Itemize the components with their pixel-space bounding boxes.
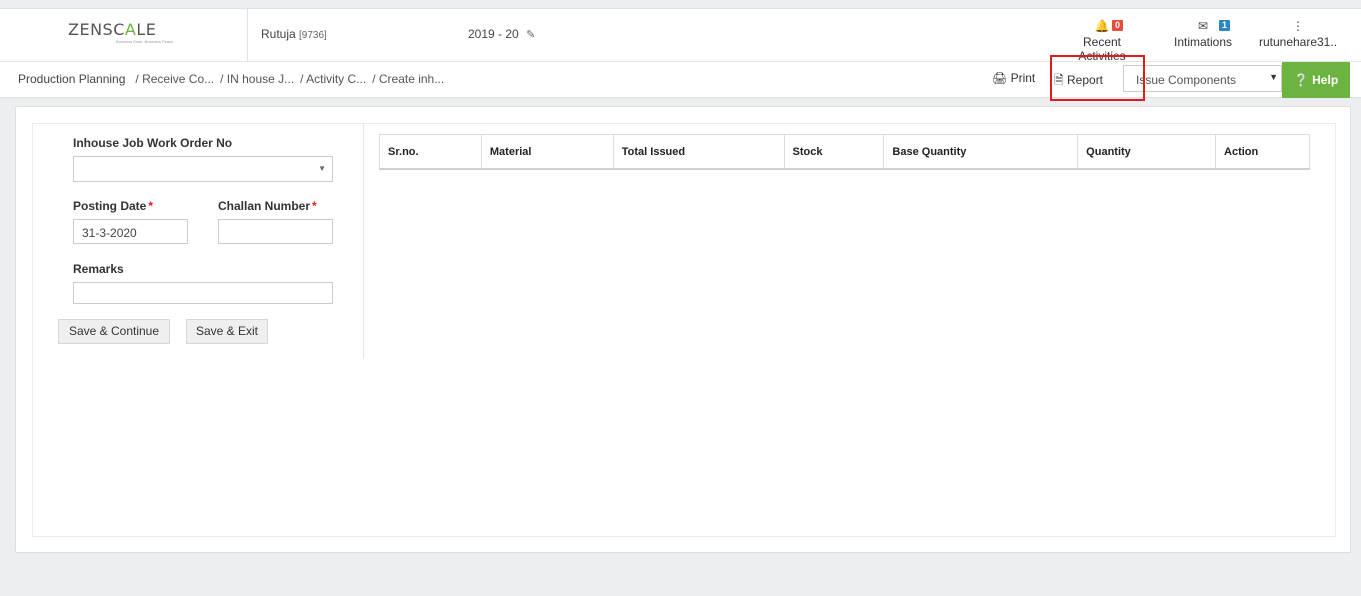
challan-number-label: Challan Number * — [218, 199, 317, 213]
print-label: Print — [1010, 71, 1036, 85]
order-no-dropdown[interactable]: ▼ — [73, 156, 333, 182]
breadcrumb-item-inhouse[interactable]: / IN house J... — [220, 72, 294, 86]
recent-activities-button[interactable]: 🔔 0 Recent Activities — [1058, 17, 1146, 63]
top-header: ZENSCALE Business Ease. Business Peace. … — [0, 8, 1361, 63]
breadcrumb-item-activity[interactable]: / Activity C... — [300, 72, 366, 86]
edit-icon[interactable]: ✎ — [526, 29, 535, 41]
action-select-value: Issue Components — [1136, 73, 1237, 87]
components-table: Sr.no. Material Total Issued Stock Base … — [379, 134, 1310, 170]
posting-date-label-text: Posting Date — [73, 199, 147, 213]
breadcrumb: Production Planning / Receive Co... / IN h… — [18, 72, 450, 86]
fiscal-year[interactable]: 2019 - 20 ✎ — [468, 27, 535, 41]
account-label: rutunehare31.. — [1258, 35, 1338, 49]
required-mark: * — [148, 199, 154, 213]
logo-tagline: Business Ease. Business Peace. — [116, 39, 175, 44]
intimations-button[interactable]: ✉ 1 Intimations — [1172, 17, 1234, 49]
print-button[interactable]: 🖨 Print — [992, 71, 1035, 85]
print-icon: 🖨 — [992, 71, 1008, 85]
form-container: Inhouse Job Work Order No ▼ Posting Date… — [32, 123, 1336, 537]
zenscale-logo[interactable]: ZENSCALE Business Ease. Business Peace. — [68, 21, 180, 47]
column-header-material[interactable]: Material — [480, 134, 614, 170]
form-left-column: Inhouse Job Work Order No ▼ Posting Date… — [33, 124, 364, 359]
user-info: Rutuja [9736] — [261, 27, 327, 41]
save-continue-button[interactable]: Save & Continue — [58, 319, 170, 344]
column-header-total-issued[interactable]: Total Issued — [612, 134, 785, 170]
fiscal-year-label: 2019 - 20 — [468, 27, 519, 41]
save-exit-button[interactable]: Save & Exit — [186, 319, 268, 344]
order-no-label: Inhouse Job Work Order No — [73, 136, 233, 150]
main-panel: Inhouse Job Work Order No ▼ Posting Date… — [15, 106, 1351, 553]
help-label: Help — [1312, 73, 1339, 87]
user-name: Rutuja — [261, 27, 296, 41]
intimations-badge: 1 — [1219, 20, 1231, 31]
header-divider — [247, 9, 248, 62]
help-button[interactable]: ❔ Help — [1282, 62, 1350, 98]
breadcrumb-item-receive[interactable]: / Receive Co... — [135, 72, 214, 86]
breadcrumb-item-production-planning[interactable]: Production Planning — [18, 72, 125, 86]
column-header-action[interactable]: Action — [1215, 134, 1310, 170]
challan-number-field[interactable] — [218, 219, 333, 244]
remarks-field[interactable] — [73, 282, 333, 304]
recent-activities-badge: 0 — [1112, 20, 1124, 31]
column-header-quantity[interactable]: Quantity — [1077, 134, 1217, 170]
account-menu-button[interactable]: ⋮ rutunehare31.. — [1258, 17, 1338, 49]
recent-activities-label: Recent Activities — [1078, 35, 1126, 63]
bell-icon: 🔔 — [1094, 19, 1110, 33]
column-header-srno[interactable]: Sr.no. — [379, 134, 482, 170]
caret-down-icon: ▼ — [1269, 72, 1278, 82]
column-header-stock[interactable]: Stock — [783, 134, 885, 170]
action-select[interactable]: Issue Components ▼ — [1123, 65, 1282, 92]
table-header-row: Sr.no. Material Total Issued Stock Base … — [379, 134, 1310, 170]
posting-date-label: Posting Date * — [73, 199, 153, 213]
remarks-label: Remarks — [73, 262, 124, 276]
report-button[interactable]: 🗎 Report — [1054, 71, 1103, 92]
file-icon: 🗎 — [1054, 73, 1064, 87]
logo-wordmark: ZENSCALE — [68, 20, 157, 39]
breadcrumb-bar: Production Planning / Receive Co... / IN h… — [0, 62, 1361, 98]
posting-date-field[interactable]: 31-3-2020 — [73, 219, 188, 244]
intimations-label: Intimations — [1173, 35, 1233, 49]
breadcrumb-item-create: / Create inh... — [372, 72, 445, 86]
column-header-base-quantity[interactable]: Base Quantity — [883, 134, 1079, 170]
question-circle-icon: ❔ — [1293, 73, 1309, 87]
report-label: Report — [1067, 73, 1104, 87]
kebab-icon: ⋮ — [1292, 19, 1304, 33]
user-id: [9736] — [299, 30, 327, 41]
required-mark: * — [312, 199, 317, 213]
challan-number-label-text: Challan Number — [218, 199, 311, 213]
caret-down-icon: ▼ — [318, 164, 326, 173]
